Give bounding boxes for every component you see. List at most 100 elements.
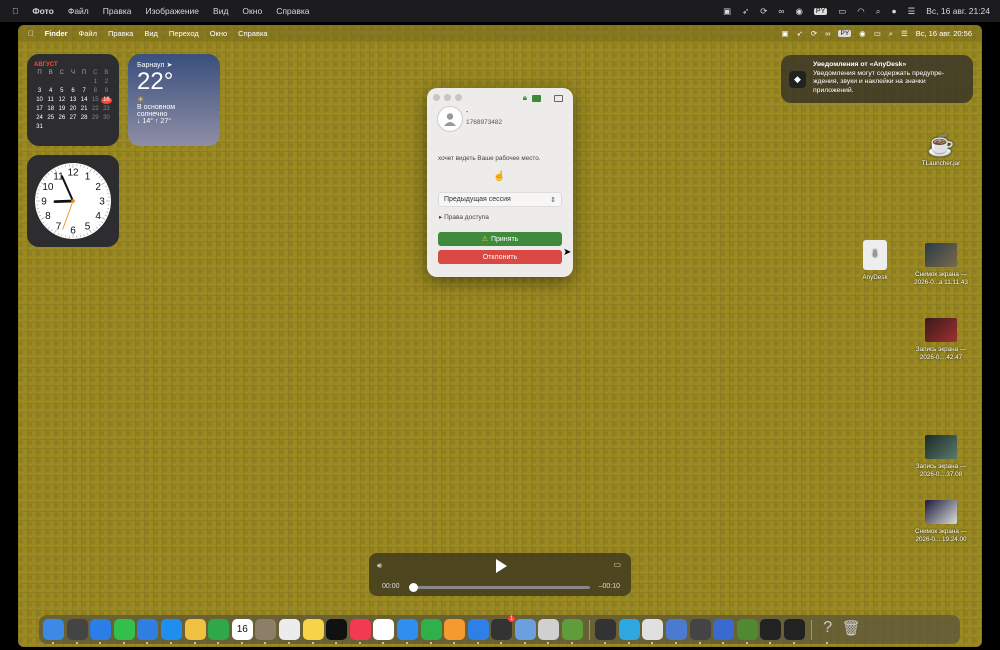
menu-window[interactable]: Окно: [210, 29, 227, 38]
menu-help[interactable]: Справка: [238, 29, 267, 38]
dock-anydesk-small-icon[interactable]: [595, 619, 617, 644]
close-button[interactable]: [433, 94, 440, 101]
menu-image[interactable]: Изображение: [145, 6, 199, 16]
dock-photos-icon[interactable]: [184, 619, 206, 644]
input-lang[interactable]: PY: [838, 30, 852, 37]
wifi-icon[interactable]: ◠: [857, 6, 864, 17]
running-indicator: [571, 642, 574, 644]
dock-help-icon[interactable]: ?: [817, 619, 838, 644]
dock-roblox-icon[interactable]: [538, 619, 560, 644]
dock-notes-icon[interactable]: [302, 619, 324, 644]
apple-menu-icon[interactable]: : [12, 6, 18, 16]
video-player-controls: 🔊︎ ▭ 00:00 –00:10: [369, 553, 631, 596]
dock-freeform-icon[interactable]: [373, 619, 395, 644]
sidebar-icon[interactable]: [554, 94, 563, 102]
dock-minecraft-icon[interactable]: [562, 619, 584, 644]
desktop-icon-screenshot-2[interactable]: Снимок экрана — 2026-0... 19.24.00: [906, 500, 976, 543]
dock-minecraft-2-icon[interactable]: [736, 619, 758, 644]
dock-bars-app-icon[interactable]: [713, 619, 735, 644]
dock-tv-icon[interactable]: [326, 619, 348, 644]
control-center-icon[interactable]: ☰: [901, 29, 908, 38]
dock-chrome-icon[interactable]: [642, 619, 664, 644]
seek-bar[interactable]: [410, 586, 590, 589]
desktop-icon-tlauncher[interactable]: ☕ TLauncher.jar: [906, 130, 976, 168]
clock-text[interactable]: Вс, 16 авг. 21:24: [926, 6, 990, 16]
zoom-button[interactable]: [455, 94, 462, 101]
dock-numbers-icon[interactable]: [420, 619, 442, 644]
dock-anydesk-icon[interactable]: [760, 619, 782, 644]
apple-menu-icon[interactable]: : [28, 29, 34, 38]
dock-chatgpt-icon[interactable]: 1: [491, 616, 516, 644]
minimize-button[interactable]: [444, 94, 451, 101]
app-menu[interactable]: Finder: [45, 29, 68, 38]
dock-contacts-icon[interactable]: [255, 619, 277, 644]
input-lang[interactable]: PY: [813, 7, 828, 15]
menu-view[interactable]: Вид: [144, 29, 158, 38]
menu-edit[interactable]: Правка: [103, 6, 132, 16]
session-select[interactable]: Предыдущая сессия ⇕: [438, 192, 562, 207]
menu-window[interactable]: Окно: [242, 6, 262, 16]
dock-calendar-icon[interactable]: 16: [231, 619, 253, 644]
dock-pages-icon[interactable]: [444, 619, 466, 644]
play-button[interactable]: [496, 559, 507, 573]
desktop-icon-screenshot-1[interactable]: Снимок экрана — 2026-0...а 11.11.43: [906, 243, 976, 286]
menu-view[interactable]: Вид: [213, 6, 228, 16]
search-icon[interactable]: ⌕: [889, 29, 893, 39]
dock-safari-icon[interactable]: [90, 619, 112, 644]
dock-facetime-icon[interactable]: [208, 619, 230, 644]
dock-xcode-icon[interactable]: [467, 619, 489, 644]
link-icon[interactable]: ∞: [825, 29, 830, 38]
status-icon[interactable]: ▣: [781, 29, 788, 38]
siri-icon[interactable]: ●: [891, 6, 896, 16]
control-center-icon[interactable]: ☰: [908, 6, 916, 17]
dock-launchpad-icon[interactable]: [66, 619, 88, 644]
dock-music-icon[interactable]: [349, 619, 371, 644]
search-icon[interactable]: ⌕: [876, 6, 881, 17]
desktop-icon-recording-1[interactable]: Запись экрана — 2026-0....42.47: [906, 318, 976, 361]
dock-finder-icon[interactable]: [43, 619, 64, 644]
menu-file[interactable]: Файл: [79, 29, 97, 38]
volume-icon[interactable]: 🔊︎: [377, 561, 382, 571]
menu-file[interactable]: Файл: [68, 6, 89, 16]
clock-number: 2: [95, 182, 101, 193]
clock-widget[interactable]: 12 1 2 3 4 5 6 7 8 9 10 11: [27, 155, 119, 247]
battery-icon[interactable]: ▭: [838, 6, 846, 17]
status-icon[interactable]: ▣: [723, 6, 731, 17]
dock-appstore-icon[interactable]: [160, 619, 182, 644]
weather-widget[interactable]: Барнаул ➤ 22° ☀ В основном солнечно ↓ 14…: [128, 54, 220, 146]
menu-help[interactable]: Справка: [276, 6, 309, 16]
rocket-icon[interactable]: ➶: [797, 29, 803, 38]
access-rights-toggle[interactable]: ▸ Права доступа: [439, 213, 489, 221]
desktop-icon-anydesk[interactable]: ⬇ AnyDesk: [840, 240, 910, 282]
lock-icon[interactable]: 🔒︎: [523, 93, 527, 103]
rocket-icon[interactable]: ➶: [742, 6, 749, 17]
dock-keynote-icon[interactable]: [396, 619, 418, 644]
dock-mail-icon[interactable]: [137, 619, 159, 644]
sync-icon[interactable]: ⟳: [760, 6, 767, 17]
accept-button[interactable]: ⚠ Принять: [438, 232, 562, 246]
clock-text[interactable]: Вс, 16 авг. 20:56: [916, 29, 972, 38]
anydesk-notification[interactable]: ◆ Уведомления от «AnyDesk» Уведомления м…: [781, 55, 973, 103]
menu-go[interactable]: Переход: [169, 29, 199, 38]
dock-anydesk-2-icon[interactable]: [784, 619, 805, 644]
record-icon[interactable]: ◉: [859, 29, 866, 38]
airplay-icon[interactable]: ▭: [613, 560, 621, 569]
app-menu[interactable]: Фото: [32, 6, 53, 16]
record-icon[interactable]: ◉: [795, 6, 802, 17]
menu-edit[interactable]: Правка: [108, 29, 133, 38]
dock-preview-icon[interactable]: [514, 619, 536, 644]
dock-reminders-icon[interactable]: [278, 619, 300, 644]
dock-calculator-icon[interactable]: [689, 619, 711, 644]
dock-trash-icon[interactable]: 🗑︎: [841, 619, 862, 640]
dock-vpn-icon[interactable]: [666, 619, 688, 644]
desktop-icon-recording-2[interactable]: Запись экрана — 2026-0....37.08: [906, 435, 976, 478]
dock-telegram-icon[interactable]: [618, 619, 640, 644]
sync-icon[interactable]: ⟳: [811, 29, 817, 38]
chat-icon[interactable]: [532, 94, 541, 102]
calendar-widget[interactable]: АВГУСТ П В С Ч П С В 1 2 3 4 5 6 7 8 9 10 11 12 13 14 15 16 17 1…: [27, 54, 119, 146]
decline-button[interactable]: Отклонить: [438, 250, 562, 264]
dock-messages-icon[interactable]: [113, 619, 135, 644]
battery-icon[interactable]: ▭: [874, 29, 881, 38]
seek-knob[interactable]: [409, 583, 418, 592]
link-icon[interactable]: ∞: [778, 6, 784, 16]
